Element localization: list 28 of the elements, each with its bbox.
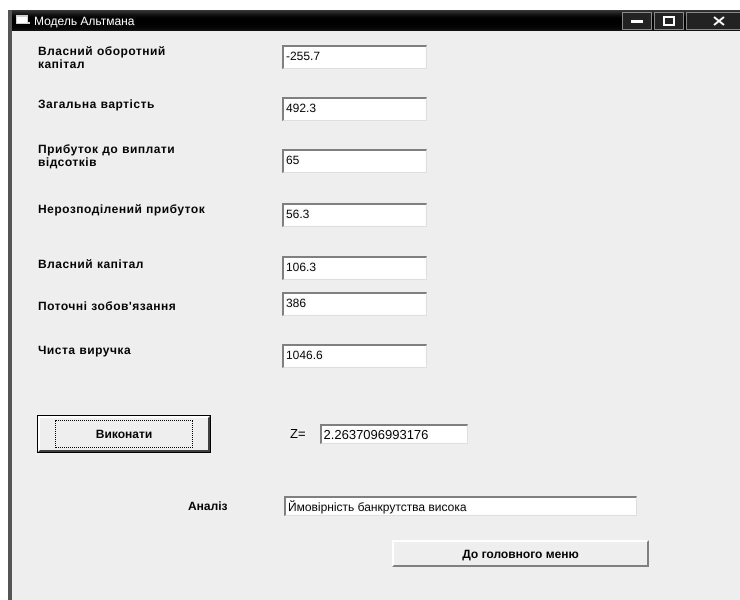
input-field[interactable]: 1046.6	[282, 344, 427, 368]
field-label: Прибуток до виплати відсотків	[38, 143, 176, 169]
z-label: Z=	[290, 425, 306, 444]
window-icon	[16, 15, 30, 26]
input-field[interactable]: 386	[282, 292, 427, 316]
field-label: Власний оборотний капітал	[38, 45, 167, 71]
input-field[interactable]: 65	[282, 149, 427, 173]
analysis-field[interactable]: Ймовірність банкрутства висока	[284, 496, 637, 516]
minimize-icon	[631, 18, 643, 22]
input-field[interactable]: 56.3	[282, 203, 427, 227]
field-label: Поточні зобов'язання	[38, 300, 178, 313]
run-button[interactable]: Виконати	[38, 416, 210, 452]
close-button[interactable]	[686, 12, 740, 30]
field-label: Загальна вартість	[38, 98, 156, 111]
analysis-label: Аналіз	[188, 498, 229, 515]
field-label: Власний капітал	[38, 258, 145, 271]
main-menu-button[interactable]: До головного меню	[392, 540, 649, 567]
close-icon	[713, 16, 725, 26]
input-field[interactable]: -255.7	[282, 45, 427, 69]
field-label: Чиста виручка	[38, 344, 132, 357]
field-label: Нерозподілений прибуток	[38, 203, 206, 216]
maximize-icon	[663, 16, 675, 26]
minimize-button[interactable]	[622, 12, 652, 30]
z-result-field[interactable]: 2.2637096993176	[320, 424, 468, 444]
input-field[interactable]: 492.3	[282, 97, 427, 121]
window-title: Модель Альтмана	[34, 12, 134, 30]
maximize-button[interactable]	[654, 12, 684, 30]
input-field[interactable]: 106.3	[282, 256, 427, 280]
